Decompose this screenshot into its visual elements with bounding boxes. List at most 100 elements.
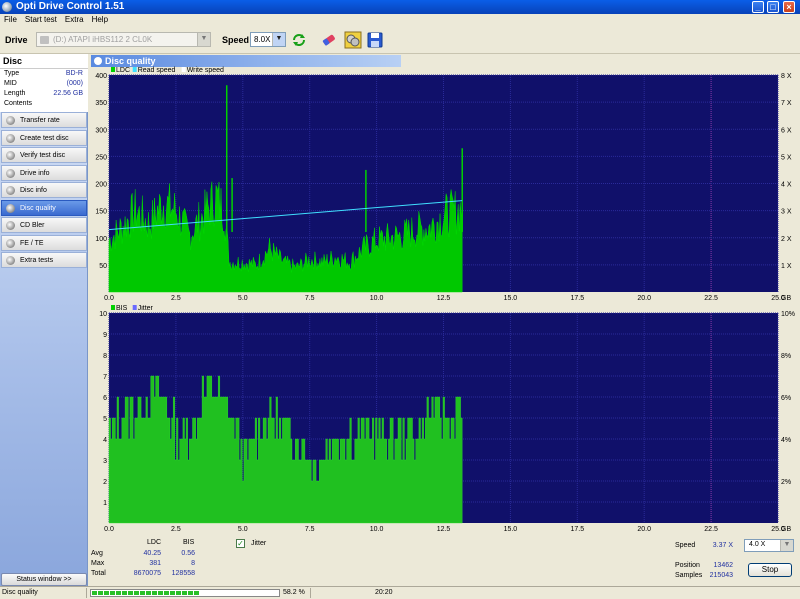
- speed-value: 8.0X: [254, 35, 271, 44]
- bis-chart-y-tick-label: 7: [103, 374, 107, 381]
- ldc-chart-x-tick-label: 22.5: [704, 295, 718, 302]
- bis-chart-legend-swatch: [111, 305, 115, 310]
- disc-mid-value: (000): [66, 80, 83, 87]
- sidebar-item-disc-quality[interactable]: Disc quality: [1, 199, 87, 216]
- sidebar-item-label: Extra tests: [20, 257, 54, 264]
- ldc-chart-y2-tick-label: 5 X: [781, 154, 792, 161]
- progress-bar: [90, 589, 280, 597]
- status-text: Disc quality: [2, 589, 38, 596]
- sidebar-item-verify-test-disc[interactable]: Verify test disc: [1, 147, 87, 163]
- bis-chart-y-tick-label: 5: [103, 416, 107, 423]
- ldc-chart-x-tick-label: 20.0: [637, 295, 651, 302]
- main-panel: Disc quality 0.0 2.5 5.0 7.5 10.0 12.5 15.0 17.…: [89, 54, 800, 586]
- total-bis: 128558: [171, 570, 195, 577]
- ldc-chart-y2-tick-label: 4 X: [781, 182, 792, 189]
- refresh-icon[interactable]: [290, 31, 308, 49]
- ldc-chart-legend-swatch: [111, 67, 115, 72]
- sidebar-item-disc-info[interactable]: Disc info: [1, 182, 87, 198]
- menu-help[interactable]: Help: [88, 14, 112, 25]
- sidebar-item-fe-te[interactable]: FE / TE: [1, 234, 87, 251]
- stats-panel: LDC BIS Avg 40.25 0.56 Max 381 8 Total 8…: [89, 539, 800, 586]
- drive-value: (D:) ATAPI iHBS112 2 CL0K: [53, 35, 153, 44]
- ldc-chart-legend-entry: Write speed: [187, 67, 224, 74]
- position-label: Position: [675, 562, 700, 569]
- menu-extra[interactable]: Extra: [61, 14, 88, 25]
- test-speed-select[interactable]: 4.0 X ▼: [744, 539, 794, 552]
- disc-contents-row: Contents: [4, 100, 86, 110]
- chevron-down-icon: ▼: [780, 540, 793, 551]
- drive-label: Drive: [5, 35, 28, 45]
- ldc-chart-y-tick-label: 50: [99, 263, 107, 270]
- ldc-chart-x-tick-label: 0.0: [104, 295, 114, 302]
- sidebar-item-extra-tests[interactable]: Extra tests: [1, 252, 87, 268]
- disc-mid-key: MID: [4, 80, 17, 87]
- bis-chart-x-tick-label: 0.0: [104, 526, 114, 533]
- disc-contents-key: Contents: [4, 100, 33, 107]
- sidebar-item-create-test-disc[interactable]: Create test disc: [1, 129, 87, 146]
- bis-chart-y-tick-label: 10: [99, 311, 107, 318]
- speed-select[interactable]: 8.0X ▼: [250, 32, 286, 47]
- bis-chart-y-tick-label: 9: [103, 332, 107, 339]
- maximize-button[interactable]: □: [767, 1, 779, 13]
- sidebar-item-drive-info[interactable]: Drive info: [1, 164, 87, 181]
- disc-icon: [6, 256, 15, 265]
- erase-icon[interactable]: [320, 31, 338, 49]
- app-icon: [2, 2, 12, 12]
- test-speed-value: 4.0 X: [749, 541, 766, 548]
- bis-chart-y-tick-label: 6: [103, 395, 107, 402]
- bis-chart-x-tick-label: 2.5: [171, 526, 181, 533]
- bis-chart-y-tick-label: 8: [103, 353, 107, 360]
- jitter-checkbox[interactable]: ✓: [236, 539, 245, 548]
- bis-chart-x-unit: GB: [781, 526, 791, 533]
- ldc-chart-legend-entry: Read speed: [138, 67, 176, 74]
- toolbar: Drive (D:) ATAPI iHBS112 2 CL0K ▼ Speed …: [0, 26, 800, 54]
- status-bar: Disc quality 58.2 % 20:20: [0, 586, 800, 599]
- disc-panel-header: Disc: [0, 54, 88, 69]
- stop-button[interactable]: Stop: [748, 563, 792, 577]
- speed-label: Speed: [222, 35, 250, 45]
- max-bis: 8: [191, 560, 195, 567]
- bis-chart-y2-tick-label: 8%: [781, 353, 791, 360]
- bis-chart-x-tick-label: 10.0: [370, 526, 384, 533]
- copy-disc-icon[interactable]: [344, 31, 362, 49]
- progress-percent: 58.2 %: [283, 589, 305, 596]
- disc-icon: [6, 221, 15, 230]
- position-value: 13462: [713, 562, 733, 569]
- samples-value: 215043: [709, 572, 733, 579]
- sidebar-item-label: Drive info: [20, 169, 50, 177]
- bis-chart-x-tick-label: 5.0: [238, 526, 248, 533]
- status-window-button[interactable]: Status window >>: [1, 573, 87, 586]
- ldc-chart-y-tick-label: 100: [95, 236, 107, 243]
- ldc-chart-y2-tick-label: 7 X: [781, 100, 792, 107]
- disc-length-key: Length: [4, 90, 26, 97]
- drive-select[interactable]: (D:) ATAPI iHBS112 2 CL0K ▼: [36, 32, 211, 47]
- progress-fill: [92, 591, 201, 595]
- bis-chart-y-tick-label: 1: [103, 500, 107, 507]
- sidebar-item-label: Disc info: [20, 187, 47, 194]
- bis-chart-y2-tick-label: 4%: [781, 437, 791, 444]
- ldc-chart-x-tick-label: 17.5: [570, 295, 584, 302]
- bis-chart-x-tick-label: 12.5: [437, 526, 451, 533]
- ldc-chart-x-tick-label: 10.0: [370, 295, 384, 302]
- speed-stat-value: 3.37 X: [712, 542, 733, 549]
- sidebar-item-label: Transfer rate: [20, 117, 60, 124]
- window-title: Opti Drive Control 1.51: [16, 1, 125, 12]
- col-bis: BIS: [183, 539, 195, 546]
- minimize-button[interactable]: _: [752, 1, 764, 13]
- ldc-chart-legend-entry: LDC: [116, 67, 130, 74]
- bis-chart-y2-tick-label: 6%: [781, 395, 791, 402]
- menu-file[interactable]: File: [0, 14, 21, 25]
- menu-start-test[interactable]: Start test: [21, 14, 61, 25]
- sidebar-item-cd-bler[interactable]: CD Bler: [1, 217, 87, 233]
- chevron-down-icon: ▼: [197, 33, 210, 46]
- disc-icon: [6, 133, 15, 143]
- ldc-chart-x-tick-label: 2.5: [171, 295, 181, 302]
- sidebar-item-transfer-rate[interactable]: Transfer rate: [1, 112, 87, 128]
- save-icon[interactable]: [366, 31, 384, 49]
- sidebar-item-label: FE / TE: [20, 239, 44, 247]
- ldc-chart-y2-tick-label: 6 X: [781, 127, 792, 134]
- close-button[interactable]: ×: [783, 1, 795, 13]
- disc-type-row: Type BD-R: [4, 70, 86, 80]
- samples-label: Samples: [675, 572, 703, 579]
- disc-type-value: BD-R: [65, 70, 83, 77]
